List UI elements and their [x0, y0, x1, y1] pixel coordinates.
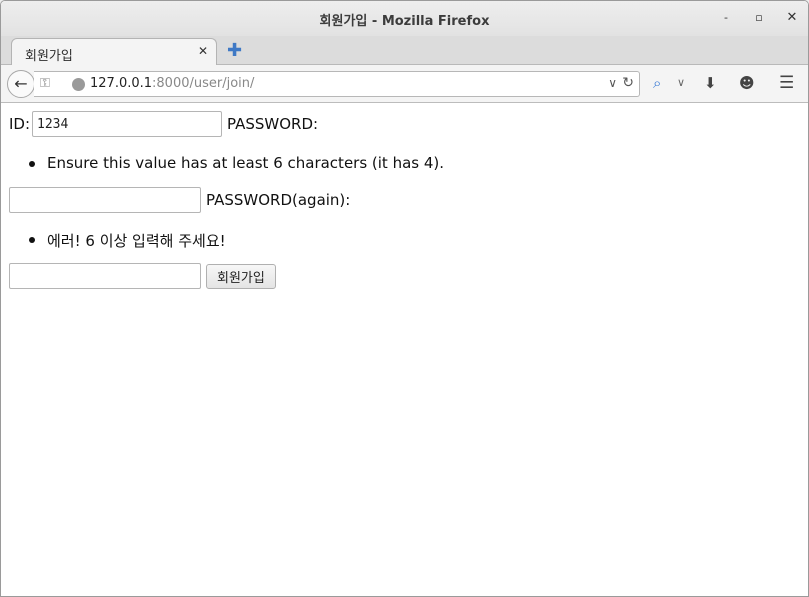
- password-input[interactable]: [9, 187, 201, 213]
- key-icon[interactable]: ⚿: [40, 76, 50, 91]
- page-content: ID: PASSWORD: Ensure this value has at l…: [1, 104, 808, 596]
- chat-icon[interactable]: ☻: [739, 74, 755, 92]
- password-again-input[interactable]: [9, 263, 201, 289]
- url-text[interactable]: 127.0.0.1:8000/user/join/: [90, 76, 254, 91]
- url-bar[interactable]: ⚿ 127.0.0.1:8000/user/join/ ∨ ↻: [34, 71, 640, 97]
- password-row: PASSWORD(again):: [9, 187, 350, 213]
- search-dropdown-icon[interactable]: ∨: [677, 76, 685, 89]
- password-again-error: 에러! 6 이상 입력해 주세요!: [29, 230, 226, 251]
- globe-icon: [72, 78, 85, 91]
- id-row: ID: PASSWORD:: [9, 111, 318, 137]
- id-label: ID:: [9, 115, 31, 133]
- tab-close-icon[interactable]: ✕: [198, 44, 208, 58]
- tab-title: 회원가입: [25, 49, 73, 64]
- download-icon[interactable]: ⬇: [704, 74, 717, 92]
- password-error: Ensure this value has at least 6 charact…: [29, 154, 444, 172]
- tab-strip: 회원가입 ✕ ✚: [1, 36, 808, 66]
- window-title: 회원가입 - Mozilla Firefox: [319, 14, 490, 29]
- back-icon[interactable]: ←: [7, 70, 35, 98]
- join-submit-button[interactable]: 회원가입: [206, 263, 276, 289]
- password-again-error-list: 에러! 6 이상 입력해 주세요!: [29, 230, 226, 251]
- password-again-row: 회원가입: [9, 263, 276, 289]
- new-tab-icon[interactable]: ✚: [227, 40, 242, 61]
- password-error-list: Ensure this value has at least 6 charact…: [29, 154, 444, 172]
- minimize-button[interactable]: ‐: [717, 9, 735, 27]
- dropdown-icon[interactable]: ∨: [608, 76, 617, 90]
- maximize-button[interactable]: ▫: [750, 9, 768, 27]
- title-bar: 회원가입 - Mozilla Firefox ‐ ▫ ✕: [1, 1, 808, 36]
- url-host: 127.0.0.1: [90, 76, 153, 91]
- close-window-button[interactable]: ✕: [783, 9, 801, 27]
- url-path: :8000/user/join/: [152, 76, 255, 91]
- browser-window: 회원가입 - Mozilla Firefox ‐ ▫ ✕ 회원가입 ✕ ✚ ← …: [0, 0, 809, 597]
- id-input[interactable]: [32, 111, 223, 137]
- reload-icon[interactable]: ↻: [622, 75, 634, 91]
- search-icon[interactable]: ⌕: [653, 74, 661, 92]
- tab-active[interactable]: 회원가입 ✕: [11, 38, 217, 66]
- password-again-label: PASSWORD(again):: [206, 191, 351, 209]
- password-label: PASSWORD:: [227, 115, 319, 133]
- menu-icon[interactable]: ☰: [779, 73, 794, 93]
- navigation-bar: ← ⚿ 127.0.0.1:8000/user/join/ ∨ ↻ ⌕ ∨ ⬇ …: [1, 65, 808, 103]
